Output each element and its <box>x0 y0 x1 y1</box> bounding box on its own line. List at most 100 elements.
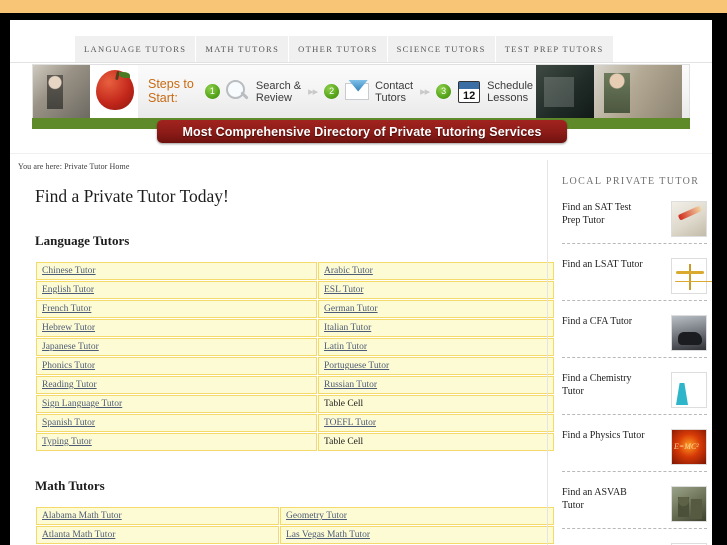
tutor-link[interactable]: Italian Tutor <box>324 323 371 333</box>
steps-to-start-label: Steps to Start: <box>148 77 194 105</box>
tutor-link[interactable]: TOEFL Tutor <box>324 418 376 428</box>
tutor-link[interactable]: Geometry Tutor <box>286 511 347 521</box>
table-cell: Spanish Tutor <box>36 414 317 432</box>
tutor-link[interactable]: Hebrew Tutor <box>42 323 95 333</box>
tutor-link[interactable]: Latin Tutor <box>324 342 367 352</box>
table-row: Reading Tutor Russian Tutor <box>36 376 554 394</box>
sidebar-item-label: Find an SAT Test Prep Tutor <box>562 202 632 226</box>
step-2-label: Contact Tutors <box>375 79 414 104</box>
tutor-link[interactable]: Spanish Tutor <box>42 418 95 428</box>
table-cell: Sign Language Tutor <box>36 395 317 413</box>
sidebar-item-2[interactable]: Find a CFA Tutor <box>562 301 707 357</box>
top-orange-bar <box>0 0 727 13</box>
table-cell: Table Cell <box>318 433 554 451</box>
table-cell: French Tutor <box>36 300 317 318</box>
table-cell: Portuguese Tutor <box>318 357 554 375</box>
table-cell: TOEFL Tutor <box>318 414 554 432</box>
sat-test-thumb <box>671 201 707 237</box>
sidebar-item-4[interactable]: Find a Physics Tutor <box>562 415 707 471</box>
sidebar-item-1[interactable]: Find an LSAT Tutor <box>562 244 707 300</box>
nav-tab-list: LANGUAGE TUTORS MATH TUTORS OTHER TUTORS SC… <box>75 36 613 62</box>
nav-tab-3[interactable]: SCIENCE TUTORS <box>387 36 496 62</box>
tutor-link[interactable]: Sign Language Tutor <box>42 399 122 409</box>
promo-banner: Steps to Start: 1 Search & Review ▸▸ 2 C… <box>32 64 690 143</box>
sidebar: Local Private Tutor Find an SAT Test Pre… <box>562 172 707 545</box>
table-row: Alabama Math Tutor Geometry Tutor <box>36 507 554 525</box>
tutor-link[interactable]: Las Vegas Math Tutor <box>286 530 370 540</box>
language-tutors-heading: Language Tutors <box>35 233 130 248</box>
page-root: LANGUAGE TUTORS MATH TUTORS OTHER TUTORS SC… <box>0 0 727 545</box>
tutor-link[interactable]: English Tutor <box>42 285 94 295</box>
tutor-link[interactable]: ESL Tutor <box>324 285 364 295</box>
tagline-text: Most Comprehensive Directory of Private … <box>182 124 542 139</box>
nav-tab-0[interactable]: LANGUAGE TUTORS <box>75 36 197 62</box>
tutor-link[interactable]: Japanese Tutor <box>42 342 99 352</box>
calendar-day: 12 <box>463 89 476 102</box>
tutor-link[interactable]: Alabama Math Tutor <box>42 511 122 521</box>
tutor-link[interactable]: Portuguese Tutor <box>324 361 389 371</box>
table-row: Phonics Tutor Portuguese Tutor <box>36 357 554 375</box>
table-cell: Las Vegas Math Tutor <box>280 526 554 544</box>
magnifier-icon <box>225 79 251 105</box>
table-cell: ESL Tutor <box>318 281 554 299</box>
table-row: Spanish Tutor TOEFL Tutor <box>36 414 554 432</box>
arrow-separator-2: ▸▸ <box>420 86 430 98</box>
tutor-link[interactable]: Chinese Tutor <box>42 266 96 276</box>
table-cell: English Tutor <box>36 281 317 299</box>
sidebar-item-label: Find an LSAT Tutor <box>562 259 643 270</box>
table-cell: Phonics Tutor <box>36 357 317 375</box>
table-cell: Russian Tutor <box>318 376 554 394</box>
table-cell: Reading Tutor <box>36 376 317 394</box>
table-row: Typing Tutor Table Cell <box>36 433 554 451</box>
sidebar-title: Local Private Tutor <box>562 176 700 187</box>
nav-tab-1[interactable]: MATH TUTORS <box>196 36 290 62</box>
table-row: French Tutor German Tutor <box>36 300 554 318</box>
tutor-link[interactable]: Reading Tutor <box>42 380 97 390</box>
tutor-link[interactable]: Typing Tutor <box>42 437 92 447</box>
sidebar-item-label: Find a Physics Tutor <box>562 430 645 441</box>
wall-street-bull-thumb <box>671 315 707 351</box>
sidebar-item-label: Find a CFA Tutor <box>562 316 633 327</box>
sidebar-item-0[interactable]: Find an SAT Test Prep Tutor <box>562 187 707 243</box>
beakers-thumb <box>671 372 707 408</box>
table-cell: Alabama Math Tutor <box>36 507 279 525</box>
step-search-review[interactable]: 1 Search & Review <box>202 79 304 105</box>
table-row: English Tutor ESL Tutor <box>36 281 554 299</box>
scales-of-justice-thumb <box>671 258 707 294</box>
tutor-link[interactable]: German Tutor <box>324 304 378 314</box>
step-2-number: 2 <box>324 84 340 99</box>
apple-photo <box>90 65 138 118</box>
couple-photo <box>33 65 90 118</box>
table-cell: Table Cell <box>318 395 554 413</box>
step-3-number: 3 <box>436 84 452 99</box>
table-cell-text: Table Cell <box>324 399 364 409</box>
table-cell: Typing Tutor <box>36 433 317 451</box>
tutor-link[interactable]: Phonics Tutor <box>42 361 95 371</box>
step-schedule-lessons[interactable]: 3 12 Schedule Lessons <box>433 79 536 105</box>
top-black-gap <box>0 13 727 20</box>
sidebar-item-5[interactable]: Find an ASVAB Tutor <box>562 472 707 528</box>
page-content: LANGUAGE TUTORS MATH TUTORS OTHER TUTORS SC… <box>10 20 712 545</box>
sidebar-item-label: Find a Chemistry Tutor <box>562 373 632 397</box>
nav-tab-2[interactable]: OTHER TUTORS <box>289 36 388 62</box>
apple-leaf-icon <box>119 72 130 78</box>
table-row: Japanese Tutor Latin Tutor <box>36 338 554 356</box>
soldiers-thumb <box>671 486 707 522</box>
table-cell: Chinese Tutor <box>36 262 317 280</box>
table-cell: Italian Tutor <box>318 319 554 337</box>
main-column: Find a Private Tutor Today! Language Tut… <box>18 172 554 545</box>
step-contact-tutors[interactable]: 2 Contact Tutors <box>321 79 416 105</box>
sidebar-item-6[interactable]: Find an Economics <box>562 529 707 545</box>
main-navigation: LANGUAGE TUTORS MATH TUTORS OTHER TUTORS SC… <box>10 36 712 63</box>
nav-tab-4[interactable]: TEST PREP TUTORS <box>495 36 613 62</box>
tutor-link[interactable]: Russian Tutor <box>324 380 377 390</box>
sidebar-item-3[interactable]: Find a Chemistry Tutor <box>562 358 707 414</box>
arrow-separator-1: ▸▸ <box>308 86 318 98</box>
classroom-photo <box>536 65 595 118</box>
sidebar-item-label: Find an ASVAB Tutor <box>562 487 627 511</box>
tutor-link[interactable]: French Tutor <box>42 304 91 314</box>
tutor-link[interactable]: Atlanta Math Tutor <box>42 530 115 540</box>
calendar-icon: 12 <box>456 79 482 105</box>
sidebar-item-list: Find an SAT Test Prep Tutor Find an LSAT … <box>562 187 707 545</box>
tutor-link[interactable]: Arabic Tutor <box>324 266 373 276</box>
